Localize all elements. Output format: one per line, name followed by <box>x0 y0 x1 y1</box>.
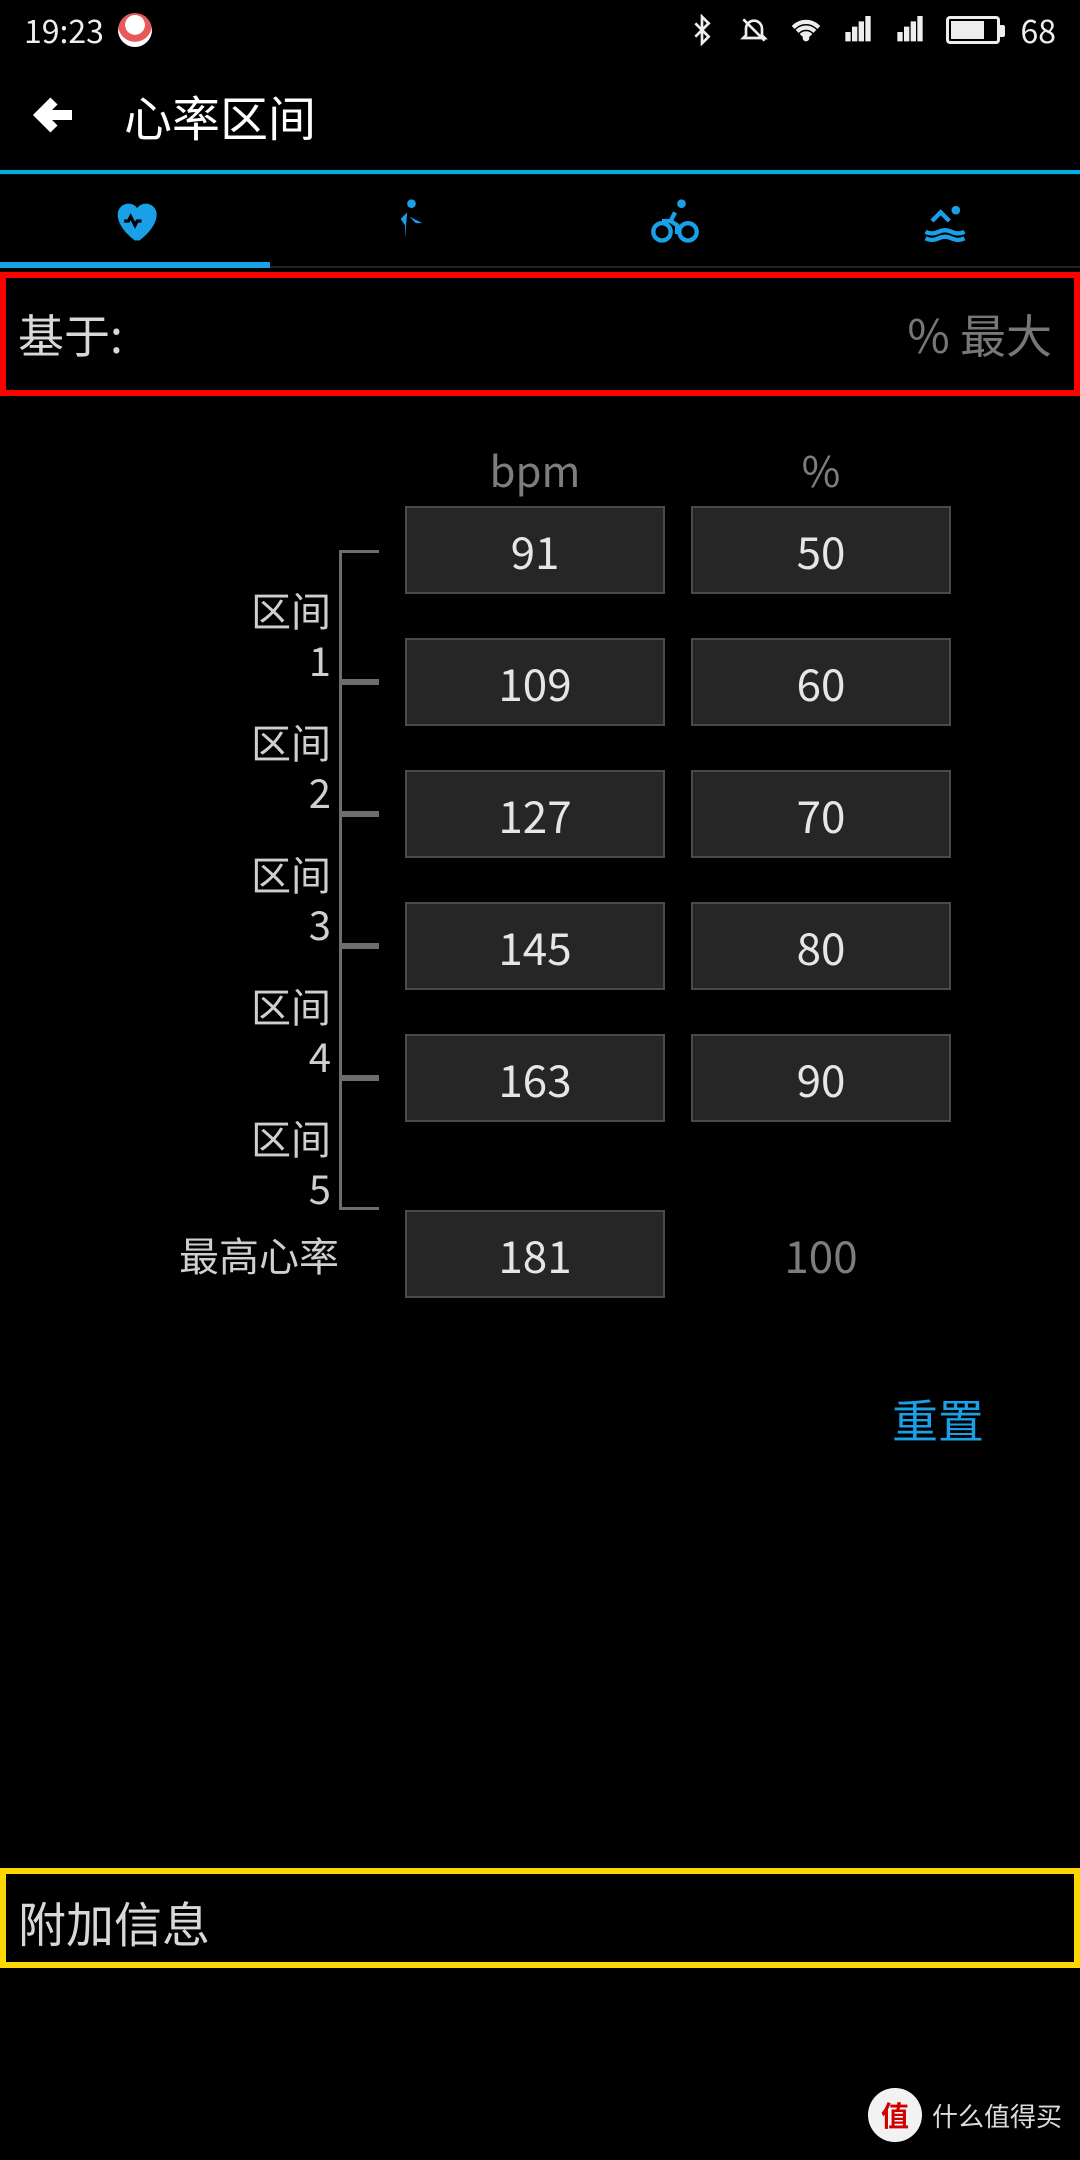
tab-swimming[interactable] <box>810 175 1080 266</box>
watermark-icon: 值 <box>868 2088 922 2142</box>
based-on-row[interactable]: 基于: % 最大 <box>0 272 1080 396</box>
zone-bpm-input-4[interactable]: 163 <box>405 1034 665 1122</box>
zone-4-bracket <box>339 946 379 1078</box>
zone-pct-input-1[interactable]: 60 <box>691 638 951 726</box>
zone-4-label: 区间4 <box>211 980 331 1080</box>
activity-tabs <box>0 174 1080 268</box>
zones-section: bpm % 区间1 区间2 区间3 区间4 区间5 最高心率 91 109 12… <box>0 396 1080 1472</box>
zone-pct-input-4[interactable]: 90 <box>691 1034 951 1122</box>
reset-button[interactable]: 重置 <box>44 1346 1036 1472</box>
zone-2-label: 区间2 <box>211 716 331 816</box>
wifi-icon <box>790 14 822 46</box>
max-hr-label: 最高心率 <box>179 1210 359 1298</box>
zone-3-label: 区间3 <box>211 848 331 948</box>
zone-1-bracket <box>339 550 379 682</box>
col-header-bpm: bpm <box>405 440 665 506</box>
zone-2-bracket <box>339 682 379 814</box>
pct-column: 50 60 70 80 90 100 <box>691 506 951 1346</box>
heart-icon <box>109 195 161 247</box>
zone-bpm-input-0[interactable]: 91 <box>405 506 665 594</box>
watermark-text: 什么值得买 <box>932 2097 1062 2134</box>
zone-pct-input-0[interactable]: 50 <box>691 506 951 594</box>
zone-pct-input-2[interactable]: 70 <box>691 770 951 858</box>
based-on-value: % 最大 <box>907 301 1052 367</box>
back-arrow-icon <box>32 91 80 139</box>
zone-bpm-input-2[interactable]: 127 <box>405 770 665 858</box>
app-bar: 心率区间 <box>0 60 1080 170</box>
zone-bpm-input-3[interactable]: 145 <box>405 902 665 990</box>
tab-running[interactable] <box>270 175 540 266</box>
bluetooth-icon <box>686 14 718 46</box>
zone-bpm-input-1[interactable]: 109 <box>405 638 665 726</box>
back-button[interactable] <box>28 87 84 143</box>
based-on-label: 基于: <box>18 301 123 367</box>
signal-2-icon <box>894 14 926 46</box>
signal-1-icon <box>842 14 874 46</box>
cycling-icon <box>649 195 701 247</box>
running-icon <box>379 195 431 247</box>
status-bar: 19:23 68 <box>0 0 1080 60</box>
zone-labels-column: 区间1 区间2 区间3 区间4 区间5 最高心率 <box>129 506 379 1346</box>
max-hr-bpm-input[interactable]: 181 <box>405 1210 665 1298</box>
status-time: 19:23 <box>24 7 104 53</box>
watermark: 值 什么值得买 <box>868 2088 1062 2142</box>
battery-icon <box>946 16 1000 44</box>
app-avatar-icon <box>118 13 152 47</box>
battery-level: 68 <box>1020 7 1056 53</box>
additional-info-label: 附加信息 <box>18 1886 210 1956</box>
additional-info-section[interactable]: 附加信息 <box>0 1868 1080 1968</box>
page-title: 心率区间 <box>124 80 316 150</box>
zone-pct-input-3[interactable]: 80 <box>691 902 951 990</box>
zone-5-label: 区间5 <box>211 1112 331 1212</box>
col-header-pct: % <box>691 440 951 506</box>
zone-5-bracket <box>339 1078 379 1210</box>
max-hr-pct-value: 100 <box>691 1210 951 1298</box>
bpm-column: 91 109 127 145 163 181 <box>405 506 665 1346</box>
tab-cycling[interactable] <box>540 175 810 266</box>
dnd-icon <box>738 14 770 46</box>
swimming-icon <box>919 195 971 247</box>
zone-3-bracket <box>339 814 379 946</box>
zone-1-label: 区间1 <box>211 584 331 684</box>
tab-heart[interactable] <box>0 175 270 266</box>
